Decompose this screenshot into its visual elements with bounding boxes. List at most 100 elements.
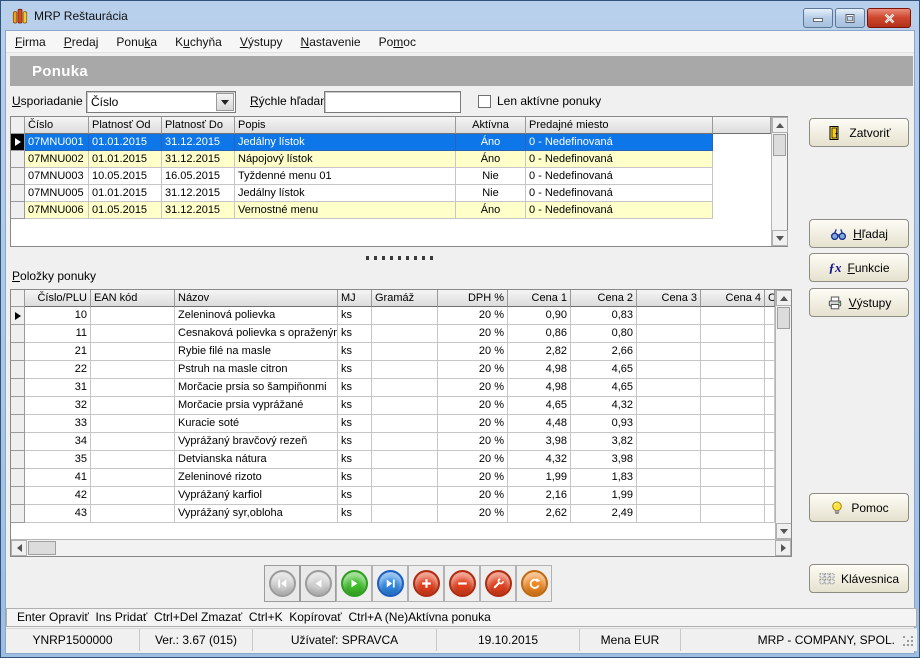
sort-combobox[interactable]: Číslo [86, 91, 236, 113]
item-cell[interactable] [372, 469, 438, 487]
menu-kuchyna[interactable]: Kuchyňa [166, 32, 231, 52]
item-cell[interactable]: 4,32 [571, 397, 637, 415]
item-cell[interactable] [701, 505, 765, 523]
item-row[interactable]: 22Pstruh na masle citronks20 %4,984,65 [11, 361, 775, 379]
item-cell[interactable]: ks [338, 343, 372, 361]
offer-cell[interactable]: Nápojový lístok [235, 151, 456, 168]
item-cell[interactable] [637, 469, 701, 487]
item-cell[interactable]: 20 % [438, 433, 508, 451]
item-cell[interactable]: 20 % [438, 397, 508, 415]
item-cell[interactable]: Vyprážaný bravčový rezeň [175, 433, 338, 451]
item-cell[interactable]: Zeleninová polievka [175, 307, 338, 325]
item-cell[interactable]: 2,66 [571, 343, 637, 361]
offer-cell[interactable]: 0 - Nedefinovaná [526, 134, 713, 151]
item-cell[interactable]: 4,98 [508, 361, 571, 379]
previous-record-button[interactable] [300, 565, 336, 602]
scroll-down-button[interactable] [776, 523, 791, 539]
item-cell[interactable] [372, 433, 438, 451]
item-cell[interactable]: 4,32 [508, 451, 571, 469]
item-cell[interactable] [637, 415, 701, 433]
item-cell[interactable]: 4,48 [508, 415, 571, 433]
item-cell[interactable]: 0,86 [508, 325, 571, 343]
menu-predaj[interactable]: Predaj [55, 32, 108, 52]
item-cell[interactable]: 20 % [438, 343, 508, 361]
item-cell[interactable]: Cesnaková polievka s opraženým [175, 325, 338, 343]
item-row[interactable]: 34Vyprážaný bravčový rezeňks20 %3,983,82 [11, 433, 775, 451]
item-cell[interactable] [701, 361, 765, 379]
item-row[interactable]: 33Kuracie sotéks20 %4,480,93 [11, 415, 775, 433]
item-cell[interactable] [372, 307, 438, 325]
item-cell[interactable]: 20 % [438, 361, 508, 379]
refresh-button[interactable] [516, 565, 552, 602]
item-cell[interactable]: Vyprážaný karfiol [175, 487, 338, 505]
item-cell[interactable]: 31 [25, 379, 91, 397]
item-cell[interactable] [91, 325, 175, 343]
item-cell[interactable] [637, 433, 701, 451]
item-cell[interactable]: 42 [25, 487, 91, 505]
item-row[interactable]: 42Vyprážaný karfiolks20 %2,161,99 [11, 487, 775, 505]
item-cell[interactable]: 1,99 [571, 487, 637, 505]
item-cell[interactable] [701, 397, 765, 415]
item-cell[interactable] [701, 307, 765, 325]
scrollbar-thumb[interactable] [777, 307, 790, 329]
next-record-button[interactable] [336, 565, 372, 602]
item-cell[interactable] [372, 487, 438, 505]
item-cell[interactable]: 1,83 [571, 469, 637, 487]
keyboard-button[interactable]: Klávesnica [809, 564, 909, 593]
item-cell[interactable] [701, 487, 765, 505]
outputs-button[interactable]: Výstupy [809, 288, 909, 317]
item-cell[interactable] [91, 451, 175, 469]
scroll-left-button[interactable] [11, 540, 27, 556]
item-cell[interactable] [637, 451, 701, 469]
items-horizontal-scrollbar[interactable] [11, 539, 791, 556]
item-cell[interactable]: ks [338, 361, 372, 379]
item-cell[interactable]: 35 [25, 451, 91, 469]
last-record-button[interactable] [372, 565, 408, 602]
item-cell[interactable] [701, 415, 765, 433]
item-cell[interactable]: 2,82 [508, 343, 571, 361]
combobox-dropdown-button[interactable] [216, 93, 234, 111]
item-cell[interactable] [372, 505, 438, 523]
active-only-checkbox[interactable] [478, 95, 491, 108]
item-cell[interactable] [701, 433, 765, 451]
item-cell[interactable] [372, 397, 438, 415]
item-cell[interactable] [91, 397, 175, 415]
item-cell[interactable]: ks [338, 397, 372, 415]
offer-cell[interactable]: 07MNU006 [25, 202, 89, 219]
item-cell[interactable]: ks [338, 469, 372, 487]
item-row[interactable]: 41Zeleninové rizotoks20 %1,991,83 [11, 469, 775, 487]
close-button[interactable] [867, 8, 911, 28]
offer-row[interactable]: 07MNU00601.05.201531.12.2015Vernostné me… [11, 202, 771, 219]
item-cell[interactable]: 0,80 [571, 325, 637, 343]
item-cell[interactable] [701, 325, 765, 343]
item-cell[interactable]: 4,65 [508, 397, 571, 415]
item-cell[interactable]: 21 [25, 343, 91, 361]
offer-cell[interactable]: Tyždenné menu 01 [235, 168, 456, 185]
item-cell[interactable]: 2,62 [508, 505, 571, 523]
item-cell[interactable] [91, 433, 175, 451]
item-cell[interactable] [637, 487, 701, 505]
offer-cell[interactable]: 01.05.2015 [89, 202, 162, 219]
offer-cell[interactable]: 10.05.2015 [89, 168, 162, 185]
item-cell[interactable]: 20 % [438, 415, 508, 433]
item-cell[interactable]: Kuracie soté [175, 415, 338, 433]
offer-cell[interactable]: 0 - Nedefinovaná [526, 185, 713, 202]
item-cell[interactable]: 0,93 [571, 415, 637, 433]
item-cell[interactable] [91, 307, 175, 325]
item-cell[interactable]: ks [338, 325, 372, 343]
item-cell[interactable]: 43 [25, 505, 91, 523]
offer-cell[interactable]: 31.12.2015 [162, 134, 235, 151]
offer-cell[interactable]: 07MNU005 [25, 185, 89, 202]
menu-pomoc[interactable]: Pomoc [370, 32, 425, 52]
offer-cell[interactable]: 31.12.2015 [162, 151, 235, 168]
splitter-handle[interactable] [366, 256, 436, 260]
item-cell[interactable]: 41 [25, 469, 91, 487]
maximize-button[interactable] [835, 8, 865, 28]
item-cell[interactable] [701, 469, 765, 487]
item-cell[interactable]: 33 [25, 415, 91, 433]
item-cell[interactable]: ks [338, 487, 372, 505]
item-cell[interactable] [91, 469, 175, 487]
item-cell[interactable]: 3,98 [508, 433, 571, 451]
offer-cell[interactable]: 07MNU002 [25, 151, 89, 168]
menu-ponuka[interactable]: Ponuka [107, 32, 166, 52]
